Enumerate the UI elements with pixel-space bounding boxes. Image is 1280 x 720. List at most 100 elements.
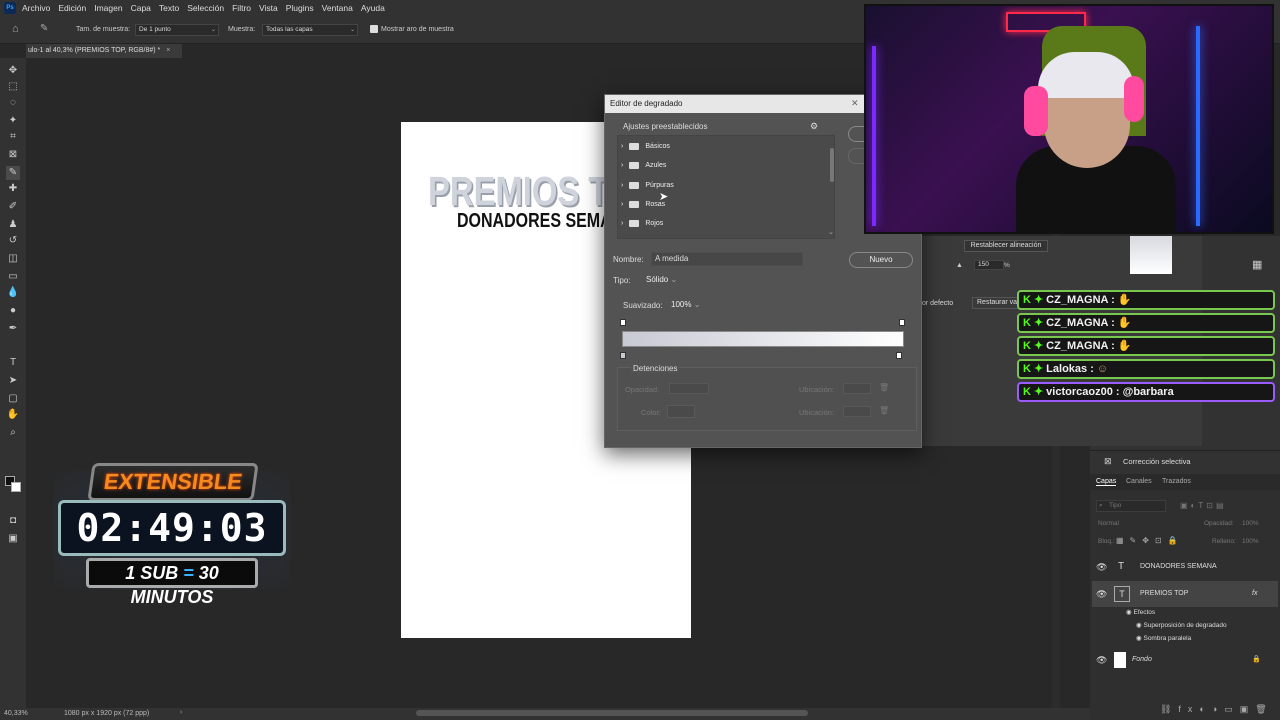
name-input[interactable]: A medida: [651, 252, 803, 266]
show-ring-checkbox[interactable]: [370, 25, 378, 33]
hand-tool-icon[interactable]: ✋: [6, 408, 20, 422]
menu-capa[interactable]: Capa: [131, 3, 151, 13]
location-input[interactable]: [843, 383, 871, 394]
new-button[interactable]: Nuevo: [849, 252, 913, 268]
marquee-tool-icon[interactable]: ⬚: [6, 80, 20, 94]
eye-icon[interactable]: 👁: [1096, 554, 1107, 580]
eye-icon[interactable]: 👁: [1096, 581, 1107, 607]
layers-footer-icons[interactable]: ⛓fx◐◑▭▣🗑: [1160, 704, 1274, 715]
menu-ayuda[interactable]: Ayuda: [361, 3, 385, 13]
scale-input[interactable]: 150: [974, 260, 1004, 270]
menu-vista[interactable]: Vista: [259, 3, 278, 13]
eye-icon[interactable]: ◉: [1136, 622, 1142, 629]
tab-canales[interactable]: Canales: [1126, 478, 1152, 485]
history-brush-icon[interactable]: ↺: [6, 234, 20, 248]
menu-imagen[interactable]: Imagen: [94, 3, 122, 13]
rectangle-tool-icon[interactable]: ▢: [6, 392, 20, 406]
opacity-stop-left[interactable]: [620, 319, 626, 326]
color-stop-right[interactable]: [896, 352, 902, 359]
fill-value[interactable]: 100%: [1242, 538, 1259, 545]
effects-label-row[interactable]: ◉ Efectos: [1126, 608, 1155, 616]
layer-filter-input[interactable]: ⌕ Tipo: [1096, 500, 1166, 512]
filter-icons[interactable]: ▣◐T⊡▤: [1180, 501, 1227, 510]
pen-tool-icon[interactable]: ✒: [6, 322, 20, 336]
layer-row-selected[interactable]: 👁 T PREMIOS TOP fx: [1092, 581, 1278, 607]
horizontal-scrollbar[interactable]: [416, 710, 808, 716]
move-tool-icon[interactable]: ✥: [6, 64, 20, 78]
gradient-preview-swatch[interactable]: [1130, 236, 1172, 274]
layer-row[interactable]: 👁 T DONADORES SEMANA: [1092, 554, 1278, 580]
menu-ventana[interactable]: Ventana: [322, 3, 353, 13]
quick-select-tool-icon[interactable]: ✦: [6, 114, 20, 128]
slider-triangle-icon[interactable]: ▲: [956, 262, 963, 269]
home-icon[interactable]: ⌂: [12, 23, 19, 35]
presets-scrollbar[interactable]: [830, 148, 834, 182]
stamp-tool-icon[interactable]: ♟: [6, 218, 20, 232]
brush-tool-icon[interactable]: ✐: [6, 200, 20, 214]
smooth-select[interactable]: 100% ⌄: [669, 298, 709, 312]
opacity-input[interactable]: [669, 383, 709, 394]
eye-icon[interactable]: 👁: [1096, 647, 1107, 673]
menu-seleccion[interactable]: Selección: [187, 3, 224, 13]
type-tool-icon[interactable]: T: [6, 356, 20, 370]
fx-badge[interactable]: fx: [1252, 581, 1257, 607]
adjustment-row[interactable]: ⊠ Corrección selectiva: [1090, 450, 1280, 472]
quick-mask-icon[interactable]: ◘: [6, 514, 20, 528]
sample-size-select[interactable]: De 1 punto ⌄: [135, 24, 219, 36]
menu-plugins[interactable]: Plugins: [286, 3, 314, 13]
healing-tool-icon[interactable]: ✚: [6, 182, 20, 196]
zoom-tool-icon[interactable]: ⌕: [6, 426, 20, 440]
grid-icon[interactable]: ▦: [1252, 258, 1262, 271]
chevron-right-icon[interactable]: ›: [621, 182, 623, 189]
menu-filtro[interactable]: Filtro: [232, 3, 251, 13]
zoom-level[interactable]: 40,33%: [4, 710, 28, 717]
effect-row[interactable]: ◉ Sombra paralela: [1136, 634, 1191, 642]
crop-tool-icon[interactable]: ⌗: [6, 130, 20, 144]
location-input-2[interactable]: [843, 406, 871, 417]
preset-folder[interactable]: › Rojos: [621, 216, 663, 232]
tab-capas[interactable]: Capas: [1096, 478, 1117, 486]
eyedropper-tool-icon[interactable]: ✎: [6, 166, 20, 180]
frame-tool-icon[interactable]: ⊠: [6, 148, 20, 162]
chevron-right-icon[interactable]: ›: [621, 201, 623, 208]
close-icon[interactable]: ✕: [851, 98, 859, 109]
trash-icon[interactable]: 🗑: [879, 406, 889, 415]
eraser-tool-icon[interactable]: ◫: [6, 252, 20, 266]
menu-archivo[interactable]: Archivo: [22, 3, 50, 13]
chevron-down-icon[interactable]: ⌄: [828, 228, 834, 236]
preset-folder[interactable]: › Azules: [621, 158, 666, 174]
opacity-stop-right[interactable]: [899, 319, 905, 326]
close-icon[interactable]: ×: [166, 47, 170, 54]
tab-trazados[interactable]: Trazados: [1162, 478, 1191, 485]
screen-mode-icon[interactable]: ▣: [6, 532, 20, 546]
eyedropper-tool-icon[interactable]: ✎: [40, 23, 48, 34]
gear-icon[interactable]: ⚙: [810, 121, 818, 132]
color-swatch[interactable]: [667, 405, 695, 418]
menu-texto[interactable]: Texto: [159, 3, 179, 13]
document-tab[interactable]: ulo-1 al 40,3% (PREMIOS TOP, RGB/8#) * ×: [26, 44, 182, 58]
blend-mode-select[interactable]: Normal: [1098, 520, 1119, 527]
blur-tool-icon[interactable]: 💧: [6, 286, 20, 300]
sample-select[interactable]: Todas las capas ⌄: [262, 24, 358, 36]
trash-icon[interactable]: 🗑: [879, 383, 889, 392]
dodge-tool-icon[interactable]: ●: [6, 304, 20, 318]
layer-row[interactable]: 👁 Fondo 🔒: [1092, 647, 1278, 673]
type-select[interactable]: Sólido ⌄: [643, 273, 679, 287]
lasso-tool-icon[interactable]: ◌: [6, 96, 20, 110]
restore-values-button[interactable]: Restaurar val: [972, 297, 1022, 309]
effect-row[interactable]: ◉ Superposición de degradado: [1136, 621, 1227, 629]
chevron-right-icon[interactable]: ›: [621, 220, 623, 227]
chevron-right-icon[interactable]: ›: [180, 709, 182, 716]
preset-folder[interactable]: › Básicos: [621, 139, 670, 155]
reset-align-button[interactable]: Restablecer alineación: [964, 240, 1048, 252]
background-color-swatch[interactable]: [11, 482, 21, 492]
gradient-tool-icon[interactable]: ▭: [6, 270, 20, 284]
eye-icon[interactable]: ◉: [1136, 635, 1142, 642]
lock-icons[interactable]: ▦✎✥⊡🔒: [1116, 536, 1184, 545]
color-stop-left[interactable]: [620, 352, 626, 359]
chevron-right-icon[interactable]: ›: [621, 162, 623, 169]
chevron-right-icon[interactable]: ›: [621, 143, 623, 150]
default-button[interactable]: or defecto: [922, 298, 966, 310]
eye-icon[interactable]: ◉: [1126, 609, 1132, 616]
opacity-value[interactable]: 100%: [1242, 520, 1259, 527]
